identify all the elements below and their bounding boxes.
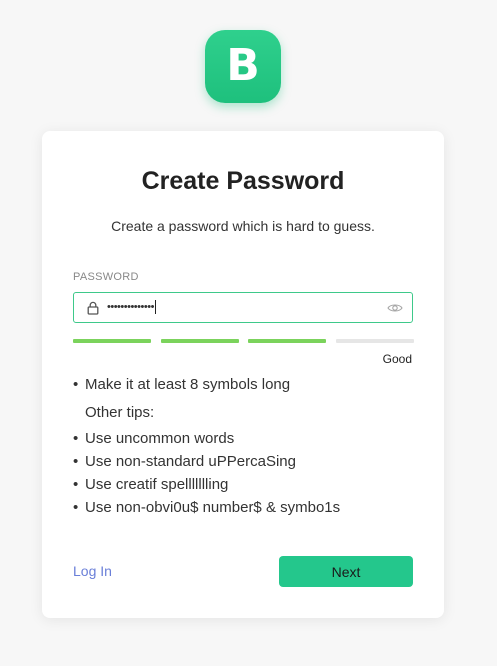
logo-letter: B — [226, 39, 260, 91]
bullet-icon: • — [73, 376, 79, 393]
tip-text: Use non-standard uPPercaSing — [85, 453, 296, 470]
tip-text: Make it at least 8 symbols long — [85, 376, 291, 393]
page-subtitle: Create a password which is hard to guess… — [111, 218, 375, 234]
eye-icon[interactable] — [387, 302, 403, 314]
create-password-card: Create Password Create a password which … — [42, 131, 444, 618]
bullet-icon: • — [73, 476, 79, 493]
tip-item: • Use non-obvi0u$ number$ & symbo1s — [73, 499, 340, 516]
bullet-icon: • — [73, 430, 79, 447]
tip-item: • Make it at least 8 symbols long — [73, 376, 290, 393]
tip-item: • Use non-standard uPPercaSing — [73, 453, 296, 470]
app-logo: B — [205, 30, 281, 103]
password-input[interactable]: •••••••••••••• — [107, 293, 156, 322]
tips-heading: Other tips: — [85, 404, 155, 421]
page-title: Create Password — [141, 167, 345, 195]
text-caret — [154, 300, 156, 315]
password-label: PASSWORD — [73, 271, 139, 283]
strength-label: Good — [382, 352, 412, 366]
password-strength-meter — [73, 339, 414, 343]
bullet-icon: • — [73, 499, 79, 516]
strength-segment — [336, 339, 414, 343]
bullet-icon: • — [73, 453, 79, 470]
tip-text: Use creatif spellllllling — [85, 476, 229, 493]
password-field[interactable]: •••••••••••••• — [73, 292, 413, 323]
password-value: •••••••••••••• — [107, 301, 154, 313]
login-link[interactable]: Log In — [73, 563, 112, 579]
tip-text: Use non-obvi0u$ number$ & symbo1s — [85, 499, 341, 516]
next-button[interactable]: Next — [279, 556, 413, 587]
tip-item: • Use creatif spellllllling — [73, 476, 228, 493]
strength-segment — [248, 339, 326, 343]
lock-icon — [87, 301, 99, 315]
strength-segment — [73, 339, 151, 343]
strength-segment — [161, 339, 239, 343]
tip-text: Use uncommon words — [85, 430, 235, 447]
tip-item: • Use uncommon words — [73, 430, 234, 447]
